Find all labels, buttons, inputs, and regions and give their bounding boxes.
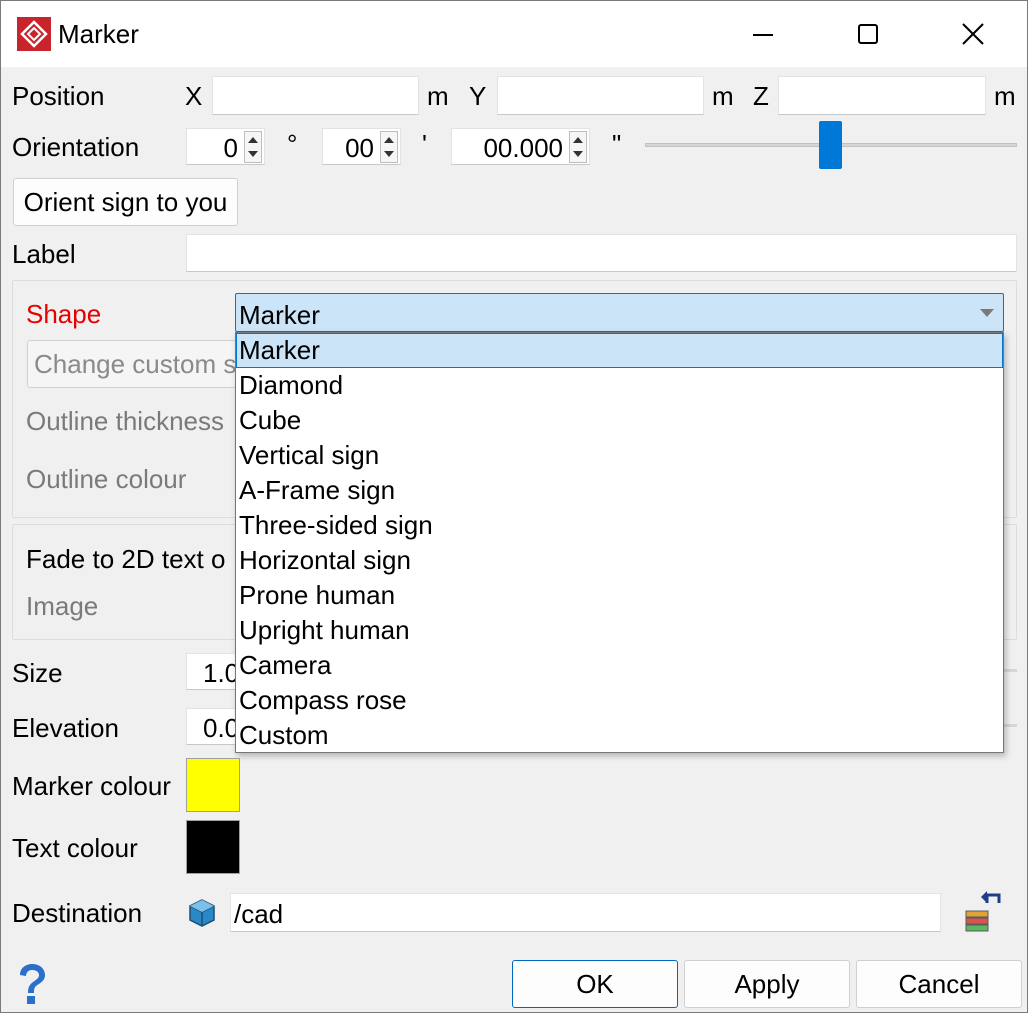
destination-input[interactable]: /cad <box>230 893 941 932</box>
text-colour-label: Text colour <box>12 833 138 863</box>
size-label: Size <box>12 658 63 688</box>
apply-button[interactable]: Apply <box>684 960 850 1008</box>
title-bar: Marker <box>1 1 1027 67</box>
image-label: Image <box>26 591 99 621</box>
x-unit-label: m <box>427 81 449 111</box>
destination-value: /cad <box>234 899 284 929</box>
orientation-minutes-value: 00 <box>345 133 374 163</box>
shape-option-diamond[interactable]: Diamond <box>236 368 1003 403</box>
shape-option-upright-human[interactable]: Upright human <box>236 613 1003 648</box>
outline-thickness-label: Outline thickness <box>26 406 224 436</box>
orient-sign-button[interactable]: Orient sign to you <box>13 178 238 226</box>
elevation-label: Elevation <box>12 713 119 743</box>
position-y-input[interactable] <box>497 76 704 115</box>
marker-dialog: Marker Position X m Y m Z m Orientation … <box>0 0 1028 1013</box>
shape-option-marker[interactable]: Marker <box>236 333 1003 368</box>
orientation-degrees-spinbox[interactable]: 0 <box>186 128 265 165</box>
shape-option-prone-human[interactable]: Prone human <box>236 578 1003 613</box>
shape-option-camera[interactable]: Camera <box>236 648 1003 683</box>
marker-colour-label: Marker colour <box>12 771 171 801</box>
orientation-minutes-spinbox[interactable]: 00 <box>322 128 401 165</box>
orientation-slider-handle[interactable] <box>819 121 842 169</box>
spin-arrows-icon[interactable] <box>244 131 262 163</box>
shape-option-cube[interactable]: Cube <box>236 403 1003 438</box>
text-colour-swatch[interactable] <box>186 820 240 874</box>
destination-label: Destination <box>12 898 143 928</box>
orientation-seconds-value: 00.000 <box>483 133 563 163</box>
z-label: Z <box>753 81 769 111</box>
layer-select-icon[interactable] <box>963 889 1005 935</box>
change-custom-shape-button[interactable]: Change custom s <box>27 340 257 388</box>
minimize-button[interactable] <box>743 15 783 55</box>
close-icon <box>962 23 984 45</box>
label-field-label: Label <box>12 239 76 269</box>
shape-option-horizontal-sign[interactable]: Horizontal sign <box>236 543 1003 578</box>
chevron-down-icon <box>980 309 994 317</box>
shape-combobox[interactable]: Marker <box>235 293 1004 332</box>
orientation-label: Orientation <box>12 132 140 162</box>
shape-label: Shape <box>26 299 102 329</box>
second-symbol: " <box>612 129 622 159</box>
elevation-slider-track[interactable] <box>1004 724 1017 727</box>
maximize-button[interactable] <box>848 15 888 55</box>
shape-option-custom[interactable]: Custom <box>236 718 1003 753</box>
y-label: Y <box>469 81 487 111</box>
outline-colour-label: Outline colour <box>26 464 187 494</box>
cube-icon <box>189 899 215 927</box>
help-icon[interactable] <box>15 963 49 1005</box>
shape-selected-value: Marker <box>239 300 320 330</box>
orientation-degrees-value: 0 <box>223 133 238 163</box>
shape-option-compass-rose[interactable]: Compass rose <box>236 683 1003 718</box>
window-title: Marker <box>58 19 139 49</box>
label-input[interactable] <box>186 234 1017 272</box>
app-logo-icon <box>17 17 51 51</box>
shape-option-three-sided-sign[interactable]: Three-sided sign <box>236 508 1003 543</box>
shape-dropdown-list: Marker Diamond Cube Vertical sign A-Fram… <box>235 332 1004 753</box>
orientation-seconds-spinbox[interactable]: 00.000 <box>451 128 590 165</box>
fade-to-2d-label[interactable]: Fade to 2D text o <box>26 544 225 575</box>
spin-arrows-icon[interactable] <box>380 131 398 163</box>
minute-symbol: ' <box>422 129 427 159</box>
shape-option-vertical-sign[interactable]: Vertical sign <box>236 438 1003 473</box>
x-label: X <box>185 81 203 111</box>
size-value: 1.0 <box>203 658 240 688</box>
shape-option-a-frame-sign[interactable]: A-Frame sign <box>236 473 1003 508</box>
position-label: Position <box>12 81 105 111</box>
close-button[interactable] <box>953 15 993 55</box>
spin-arrows-icon[interactable] <box>569 131 587 163</box>
cancel-button[interactable]: Cancel <box>856 960 1022 1008</box>
z-unit-label: m <box>994 81 1016 111</box>
ok-button[interactable]: OK <box>512 960 678 1008</box>
position-x-input[interactable] <box>212 76 419 115</box>
size-slider-track[interactable] <box>1004 669 1017 672</box>
degree-symbol: ° <box>287 129 298 159</box>
marker-colour-swatch[interactable] <box>186 758 240 812</box>
y-unit-label: m <box>712 81 734 111</box>
elevation-value: 0.0 <box>203 713 240 743</box>
position-z-input[interactable] <box>778 76 986 115</box>
